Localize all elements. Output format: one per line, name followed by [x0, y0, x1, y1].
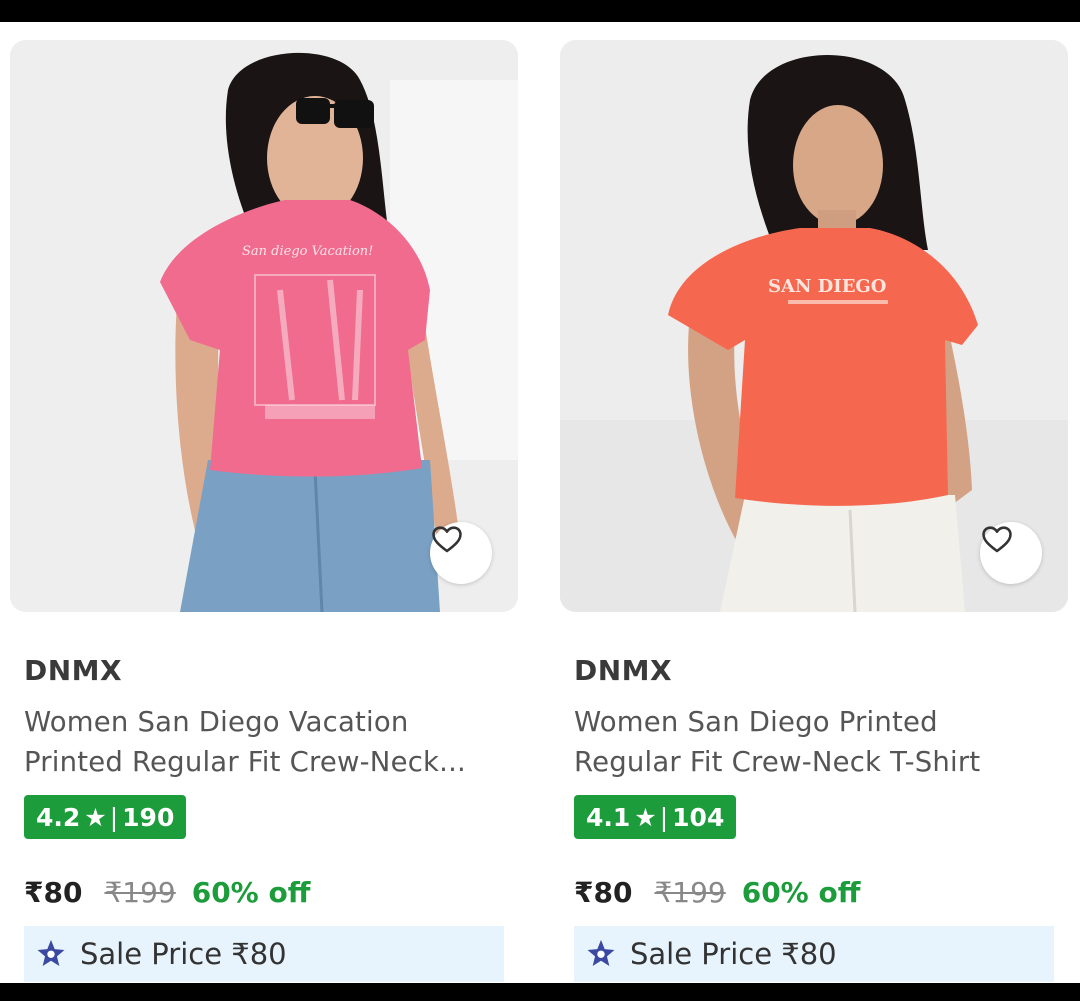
rating-separator: | — [109, 802, 119, 832]
rating-value: 4.1 — [586, 802, 631, 832]
wishlist-button[interactable] — [980, 522, 1042, 584]
rating-badge: 4.1 ★ | 104 — [574, 795, 737, 839]
trousers — [720, 495, 965, 612]
brand-name: DNMX — [574, 654, 673, 687]
sale-price: ₹80 — [574, 876, 633, 909]
sale-price-banner: Sale Price ₹80 — [24, 926, 504, 982]
heart-outline-icon — [432, 526, 462, 553]
sale-price-label: Sale Price ₹80 — [80, 937, 287, 971]
brand-name: DNMX — [24, 654, 123, 687]
product-title-line-2: Regular Fit Crew-Neck T-Shirt — [574, 746, 981, 778]
wishlist-button[interactable] — [430, 522, 492, 584]
product-image[interactable]: SAN DIEGO — [560, 40, 1068, 612]
heart-outline-icon — [982, 526, 1012, 553]
product-title-line-2: Printed Regular Fit Crew-Neck... — [24, 746, 466, 778]
sale-price-label: Sale Price ₹80 — [630, 937, 837, 971]
star-badge-icon — [587, 939, 615, 967]
rating-count: 190 — [122, 802, 175, 832]
product-image[interactable]: San diego Vacation! — [10, 40, 518, 612]
star-icon: ★ — [634, 802, 657, 832]
product-card[interactable]: SAN DIEGO DNMX Women San Diego Printed R… — [560, 40, 1068, 983]
shirt-print-text: SAN DIEGO — [768, 276, 887, 297]
rating-value: 4.2 — [36, 802, 81, 832]
rating-count: 104 — [672, 802, 725, 832]
original-price: ₹199 — [104, 876, 176, 909]
star-icon: ★ — [84, 802, 107, 832]
product-title-line-1: Women San Diego Vacation — [24, 706, 409, 738]
product-card[interactable]: San diego Vacation! DNMX Women San Diego… — [10, 40, 518, 983]
sale-price: ₹80 — [24, 876, 83, 909]
discount-percent: 60% off — [741, 876, 861, 909]
sale-price-banner: Sale Price ₹80 — [574, 926, 1054, 982]
price-row: ₹80 ₹199 60% off — [24, 876, 310, 909]
jeans — [180, 460, 440, 612]
discount-percent: 60% off — [191, 876, 311, 909]
product-grid: San diego Vacation! DNMX Women San Diego… — [0, 22, 1080, 983]
product-title-line-1: Women San Diego Printed — [574, 706, 938, 738]
product-title[interactable]: Women San Diego Printed Regular Fit Crew… — [574, 702, 1058, 782]
rating-badge: 4.2 ★ | 190 — [24, 795, 187, 839]
price-row: ₹80 ₹199 60% off — [574, 876, 860, 909]
rating-separator: | — [659, 802, 669, 832]
original-price: ₹199 — [654, 876, 726, 909]
star-badge-icon — [37, 939, 65, 967]
shirt-print-text: San diego Vacation! — [242, 244, 373, 259]
product-title[interactable]: Women San Diego Vacation Printed Regular… — [24, 702, 508, 782]
